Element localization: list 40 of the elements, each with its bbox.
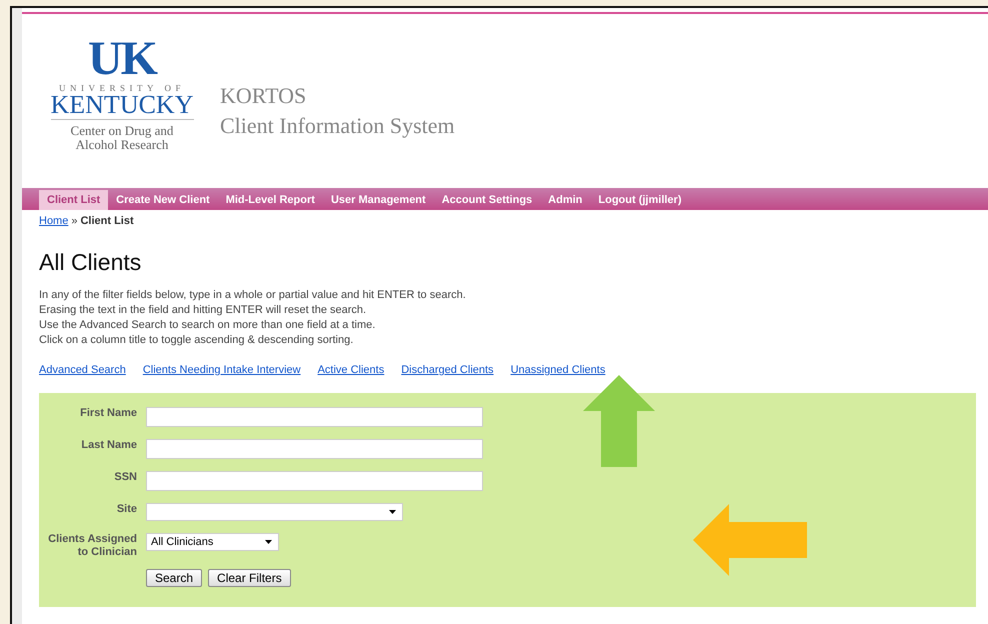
site-subtitle: Client Information System [220, 112, 455, 140]
nav-tab[interactable]: Logout (jjmiller) [590, 190, 690, 210]
caret-icon [265, 540, 272, 544]
dropdown[interactable] [146, 503, 403, 521]
field-label: Last Name [80, 439, 138, 452]
field-label: SSN [113, 471, 138, 484]
form-button[interactable]: Search [146, 569, 202, 587]
filter-link[interactable]: Clients Needing Intake Interview [142, 364, 301, 376]
instruction-text: Click on a column title to toggle ascending & descending sorting. [39, 333, 354, 348]
filter-link[interactable]: Discharged Clients [401, 364, 494, 376]
logo-name: KENTUCKY [50, 93, 194, 120]
site-title: KORTOS [220, 82, 308, 110]
breadcrumb-separator: » [71, 215, 78, 227]
form-button[interactable]: Clear Filters [208, 569, 291, 587]
field-label: Clients Assigned to Clinician [47, 533, 138, 559]
instruction-text: In any of the filter fields below, type in a whole or partial value and hit ENTER to search. [39, 288, 467, 303]
nav-tab[interactable]: User Management [322, 190, 434, 210]
nav-tab[interactable]: Account Settings [434, 190, 540, 210]
nav-tab[interactable]: Admin [540, 190, 590, 210]
nav-tab[interactable]: Create New Client [108, 190, 218, 210]
input-field[interactable] [146, 439, 483, 459]
caret-icon [389, 510, 396, 514]
dropdown[interactable]: All Clinicians [146, 533, 279, 551]
nav-tab[interactable]: Mid-Level Report [218, 190, 323, 210]
input-field[interactable] [146, 407, 483, 427]
page-heading: All Clients [39, 249, 142, 276]
instruction-text: Use the Advanced Search to search on more than one field at a time. [39, 318, 376, 333]
input-field[interactable] [146, 471, 483, 491]
field-label: Site [116, 503, 138, 516]
logo-mark: UK [88, 36, 156, 82]
filter-link[interactable]: Unassigned Clients [510, 364, 606, 376]
breadcrumb-link[interactable]: Home [39, 215, 68, 227]
filter-link[interactable]: Active Clients [318, 364, 384, 376]
logo-subtitle: UNIVERSITY OF [59, 83, 185, 93]
field-label: First Name [79, 407, 138, 420]
nav-tab[interactable]: Client List [39, 190, 108, 210]
breadcrumb-current: Client List [80, 215, 134, 227]
instruction-text: Erasing the text in the field and hitting ENTER will reset the search. [39, 303, 368, 318]
logo-caption: Center on Drug and Alcohol Research [70, 124, 174, 152]
filter-link[interactable]: Advanced Search [39, 364, 126, 376]
